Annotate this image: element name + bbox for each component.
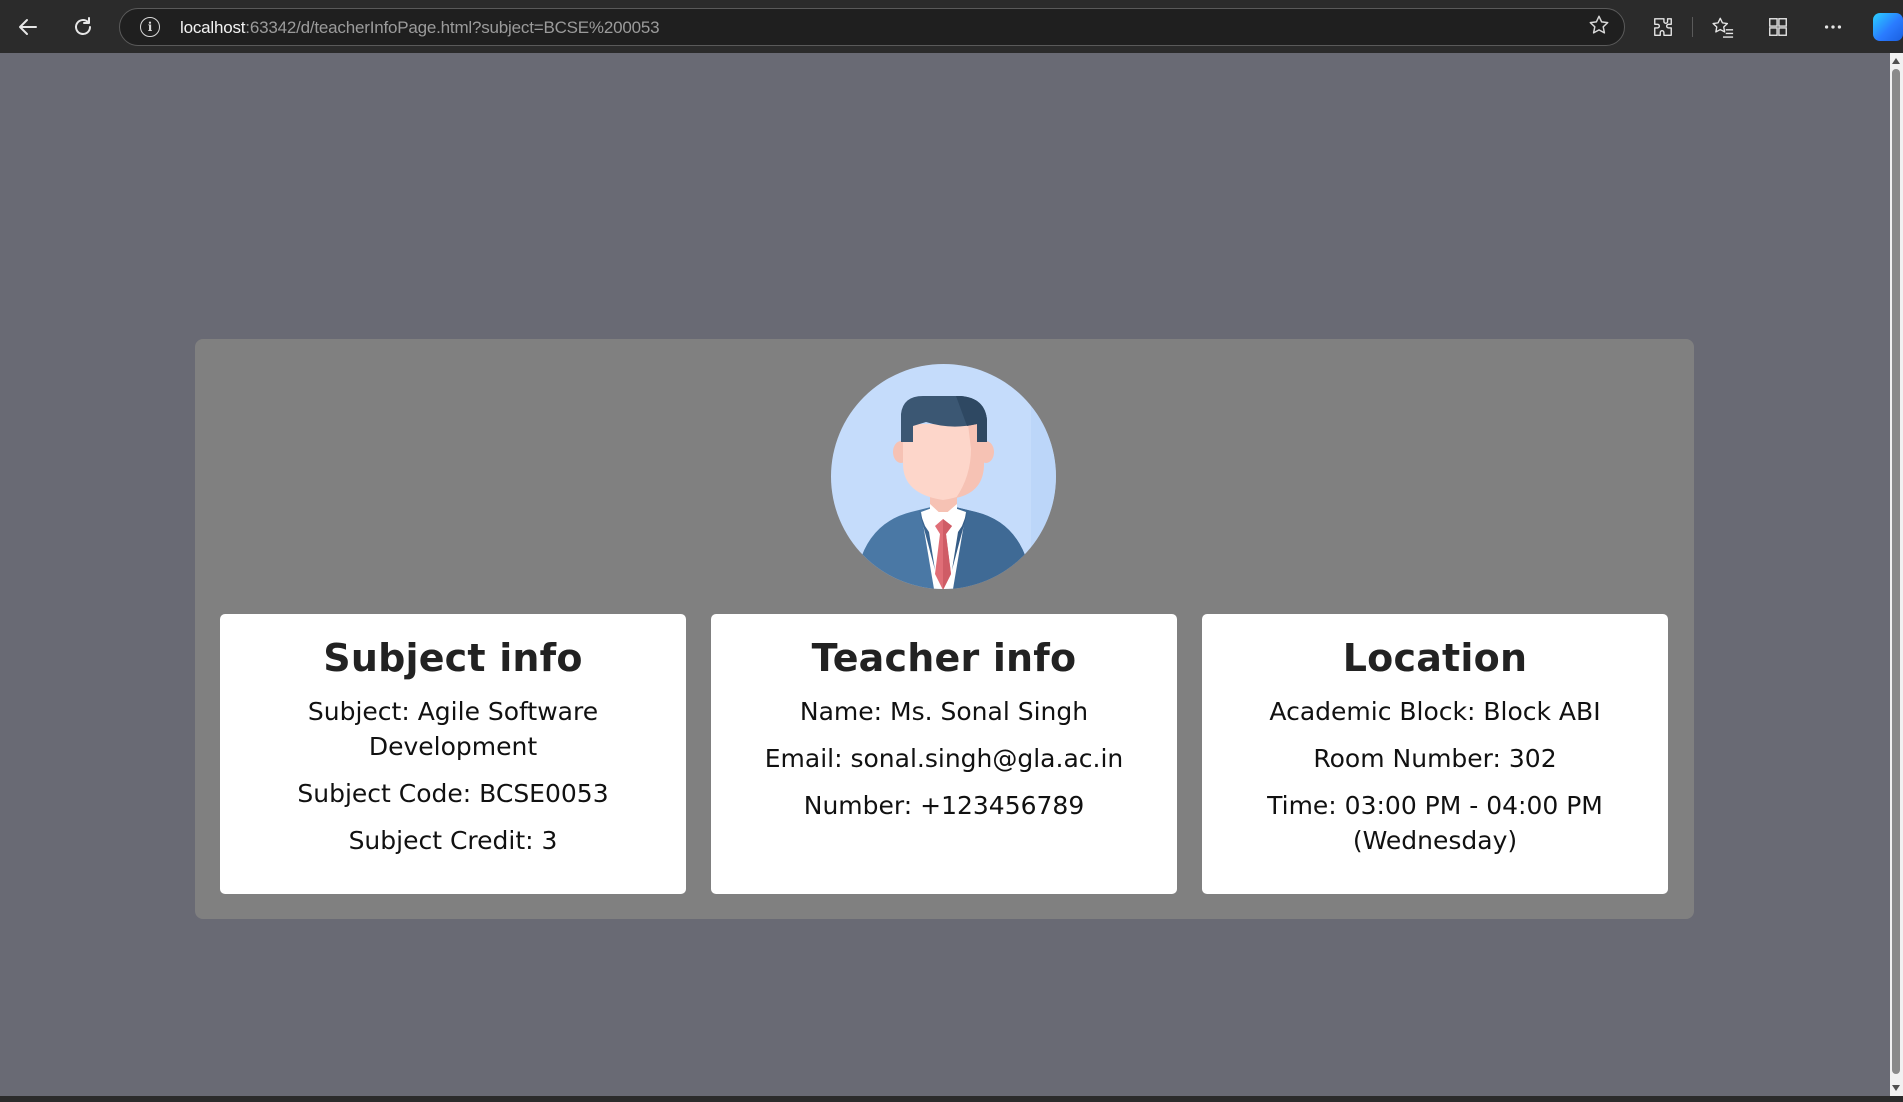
- teacher-info-container: Subject info Subject: Agile Software Dev…: [195, 339, 1694, 919]
- url-text[interactable]: localhost:63342/d/teacherInfoPage.html?s…: [180, 18, 660, 38]
- teacher-name: Name: Ms. Sonal Singh: [799, 697, 1089, 726]
- url-host: localhost: [180, 18, 246, 37]
- vertical-scrollbar[interactable]: [1890, 53, 1903, 1096]
- teacher-email: Email: sonal.singh@gla.ac.in: [764, 744, 1124, 773]
- favorites-icon[interactable]: [1705, 9, 1741, 45]
- more-icon[interactable]: [1815, 9, 1851, 45]
- scroll-down-arrow-icon[interactable]: [1892, 1085, 1900, 1091]
- room-number: Room Number: 302: [1313, 744, 1557, 773]
- teacher-avatar-icon: [831, 364, 1056, 589]
- reload-icon[interactable]: [65, 9, 101, 45]
- teacher-number: Number: +123456789: [803, 791, 1085, 820]
- academic-block: Academic Block: Block ABI: [1269, 697, 1601, 726]
- location-title: Location: [1342, 636, 1528, 680]
- copilot-icon[interactable]: [1873, 13, 1903, 41]
- subject-name: Subject: Agile Software Development: [307, 697, 599, 761]
- subject-credit: Subject Credit: 3: [348, 826, 558, 855]
- scroll-thumb[interactable]: [1892, 69, 1900, 1074]
- window-bottom-edge: [0, 1096, 1903, 1102]
- page-viewport: Subject info Subject: Agile Software Dev…: [0, 53, 1890, 1096]
- back-icon[interactable]: [10, 9, 46, 45]
- url-path: :63342/d/teacherInfoPage.html?subject=BC…: [245, 18, 660, 37]
- class-time: Time: 03:00 PM - 04:00 PM (Wednesday): [1267, 791, 1603, 855]
- info-cards: Subject info Subject: Agile Software Dev…: [220, 614, 1668, 894]
- subject-code: Subject Code: BCSE0053: [297, 779, 609, 808]
- teacher-info-title: Teacher info: [811, 636, 1077, 680]
- address-bar[interactable]: i localhost:63342/d/teacherInfoPage.html…: [119, 8, 1625, 46]
- extensions-icon[interactable]: [1645, 9, 1681, 45]
- scroll-up-arrow-icon[interactable]: [1892, 58, 1900, 64]
- subject-info-title: Subject info: [323, 636, 583, 680]
- collections-icon[interactable]: [1760, 9, 1796, 45]
- teacher-info-card: Teacher info Name: Ms. Sonal Singh Email…: [711, 614, 1177, 894]
- subject-info-card: Subject info Subject: Agile Software Dev…: [220, 614, 686, 894]
- location-card: Location Academic Block: Block ABI Room …: [1202, 614, 1668, 894]
- browser-toolbar: i localhost:63342/d/teacherInfoPage.html…: [0, 0, 1903, 53]
- favorite-star-icon[interactable]: [1588, 14, 1610, 42]
- toolbar-divider: [1692, 17, 1693, 37]
- site-info-icon[interactable]: i: [140, 17, 160, 37]
